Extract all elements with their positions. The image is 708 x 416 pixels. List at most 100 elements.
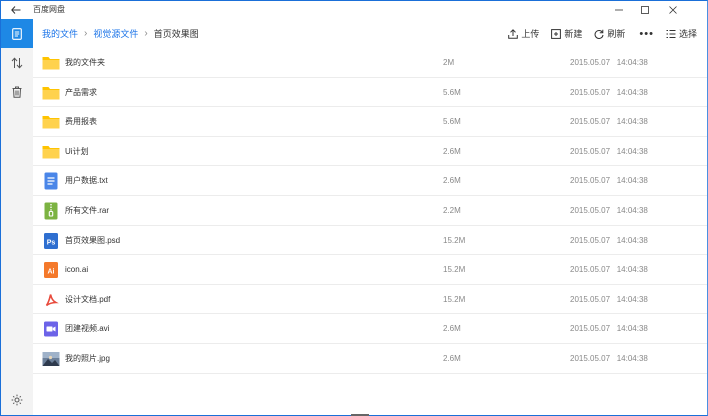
new-folder-icon <box>551 28 562 39</box>
new-label: 新建 <box>564 29 583 39</box>
minimize-button[interactable] <box>606 1 632 19</box>
document-icon <box>12 27 22 40</box>
file-row[interactable]: 所有文件.rar 2.2M 2015.05.07 14:04:38 <box>33 196 707 226</box>
file-icon-wrapper <box>42 320 60 338</box>
file-date: 2015.05.07 14:04:38 <box>570 176 648 186</box>
file-size: 5.6M <box>443 117 461 127</box>
file-name: 设计文档.pdf <box>65 294 111 304</box>
file-row[interactable]: 设计文档.pdf 15.2M 2015.05.07 14:04:38 <box>33 285 707 315</box>
sidebar <box>1 19 33 415</box>
file-date: 2015.05.07 14:04:38 <box>570 58 648 67</box>
sidebar-item-files[interactable] <box>1 19 33 48</box>
archive-file-icon <box>44 202 58 220</box>
file-name: 所有文件.rar <box>65 205 109 215</box>
file-name: 首页效果图.psd <box>65 235 121 245</box>
file-size: 2.6M <box>443 324 461 334</box>
select-list-icon <box>666 29 676 38</box>
file-date: 2015.05.07 14:04:38 <box>570 324 648 334</box>
file-icon-wrapper <box>42 84 60 102</box>
select-button[interactable]: 选择 <box>666 19 697 48</box>
folder-icon <box>42 86 60 100</box>
file-icon-wrapper: Ai <box>42 261 60 279</box>
refresh-label: 刷新 <box>607 29 626 39</box>
chevron-right-icon: › <box>84 28 88 39</box>
maximize-icon <box>641 6 649 14</box>
file-size: 2.2M <box>443 205 461 215</box>
sidebar-item-settings[interactable] <box>1 385 33 414</box>
back-button[interactable] <box>5 1 27 19</box>
breadcrumb: 我的文件 › 视觉源文件 › 首页效果图 <box>42 19 199 48</box>
arrow-left-icon <box>11 6 21 14</box>
upload-label: 上传 <box>521 29 540 39</box>
breadcrumb-current: 首页效果图 <box>153 29 199 39</box>
refresh-button[interactable]: 刷新 <box>594 19 625 48</box>
file-name: Ui计划 <box>65 146 89 156</box>
file-date: 2015.05.07 14:04:38 <box>570 235 648 245</box>
file-date: 2015.05.07 14:04:38 <box>570 265 648 275</box>
breadcrumb-source-files[interactable]: 视觉源文件 <box>93 27 138 40</box>
file-size: 2.6M <box>443 353 461 363</box>
illustrator-file-icon: Ai <box>44 262 58 279</box>
file-size: 5.6M <box>443 87 461 97</box>
file-date: 2015.05.07 14:04:38 <box>570 353 648 363</box>
file-row[interactable]: 团建视频.avi 2.6M 2015.05.07 14:04:38 <box>33 314 707 344</box>
file-date: 2015.05.07 14:04:38 <box>570 87 648 97</box>
file-row[interactable]: 费用报表 5.6M 2015.05.07 14:04:38 <box>33 107 707 137</box>
file-icon-wrapper <box>42 113 60 131</box>
file-icon-wrapper <box>42 202 60 220</box>
file-name: 我的文件夹 <box>65 58 105 67</box>
chevron-right-icon: › <box>144 28 148 39</box>
sidebar-item-trash[interactable] <box>1 77 33 106</box>
upload-icon <box>508 28 519 39</box>
app-window: 百度网盘 我的文件 › 视觉源文件 › 首页效果图 上传 新建 刷新 ••• 选… <box>0 0 708 416</box>
file-name: 费用报表 <box>65 117 97 127</box>
file-icon-wrapper <box>42 54 60 72</box>
breadcrumb-my-files[interactable]: 我的文件 <box>42 27 78 40</box>
text-file-icon <box>44 172 58 190</box>
file-name: 团建视频.avi <box>65 324 110 334</box>
file-size: 15.2M <box>443 294 466 304</box>
file-icon-wrapper <box>42 291 60 309</box>
maximize-button[interactable] <box>632 1 658 19</box>
refresh-icon <box>595 29 604 39</box>
toolbar: 上传 新建 刷新 ••• 选择 <box>496 19 697 48</box>
file-date: 2015.05.07 14:04:38 <box>570 117 648 127</box>
file-date: 2015.05.07 14:04:38 <box>570 205 648 215</box>
file-icon-wrapper <box>42 172 60 190</box>
file-size: 2.6M <box>443 146 461 156</box>
file-icon-wrapper <box>42 143 60 161</box>
file-row[interactable]: Ai icon.ai 15.2M 2015.05.07 14:04:38 <box>33 255 707 285</box>
file-size: 15.2M <box>443 235 466 245</box>
file-row[interactable]: 用户数据.txt 2.6M 2015.05.07 14:04:38 <box>33 166 707 196</box>
file-name: 用户数据.txt <box>65 176 108 186</box>
video-file-icon <box>44 321 58 337</box>
file-row[interactable]: 我的照片.jpg 2.6M 2015.05.07 14:04:38 <box>33 344 707 374</box>
folder-icon <box>42 57 60 70</box>
gear-icon <box>11 394 23 405</box>
sidebar-item-transfer[interactable] <box>1 48 33 77</box>
window-title: 百度网盘 <box>33 5 65 14</box>
file-name: icon.ai <box>65 265 89 275</box>
file-row[interactable]: 产品需求 5.6M 2015.05.07 14:04:38 <box>33 78 707 108</box>
more-button[interactable]: ••• <box>639 19 654 48</box>
file-name: 产品需求 <box>65 87 97 97</box>
file-icon-wrapper: Ps <box>42 232 60 250</box>
folder-icon <box>42 145 60 159</box>
file-row[interactable]: Ps 首页效果图.psd 15.2M 2015.05.07 14:04:38 <box>33 226 707 256</box>
file-list: 我的文件夹 2M 2015.05.07 14:04:38 产品需求 5.6M 2015.0… <box>33 48 707 374</box>
file-size: 15.2M <box>443 265 466 275</box>
file-row[interactable]: 我的文件夹 2M 2015.05.07 14:04:38 <box>33 48 707 78</box>
photoshop-file-icon: Ps <box>44 232 58 249</box>
file-row[interactable]: Ui计划 2.6M 2015.05.07 14:04:38 <box>33 137 707 167</box>
close-icon <box>669 6 677 14</box>
close-button[interactable] <box>660 1 686 19</box>
upload-button[interactable]: 上传 <box>508 19 539 48</box>
file-date: 2015.05.07 14:04:38 <box>570 146 648 156</box>
pdf-file-icon <box>44 291 59 309</box>
minimize-icon <box>615 9 623 11</box>
file-icon-wrapper <box>42 350 60 368</box>
title-bar: 百度网盘 <box>1 1 707 19</box>
select-label: 选择 <box>678 29 697 39</box>
new-button[interactable]: 新建 <box>551 19 582 48</box>
illustrator-icon-text: Ai <box>48 269 55 276</box>
